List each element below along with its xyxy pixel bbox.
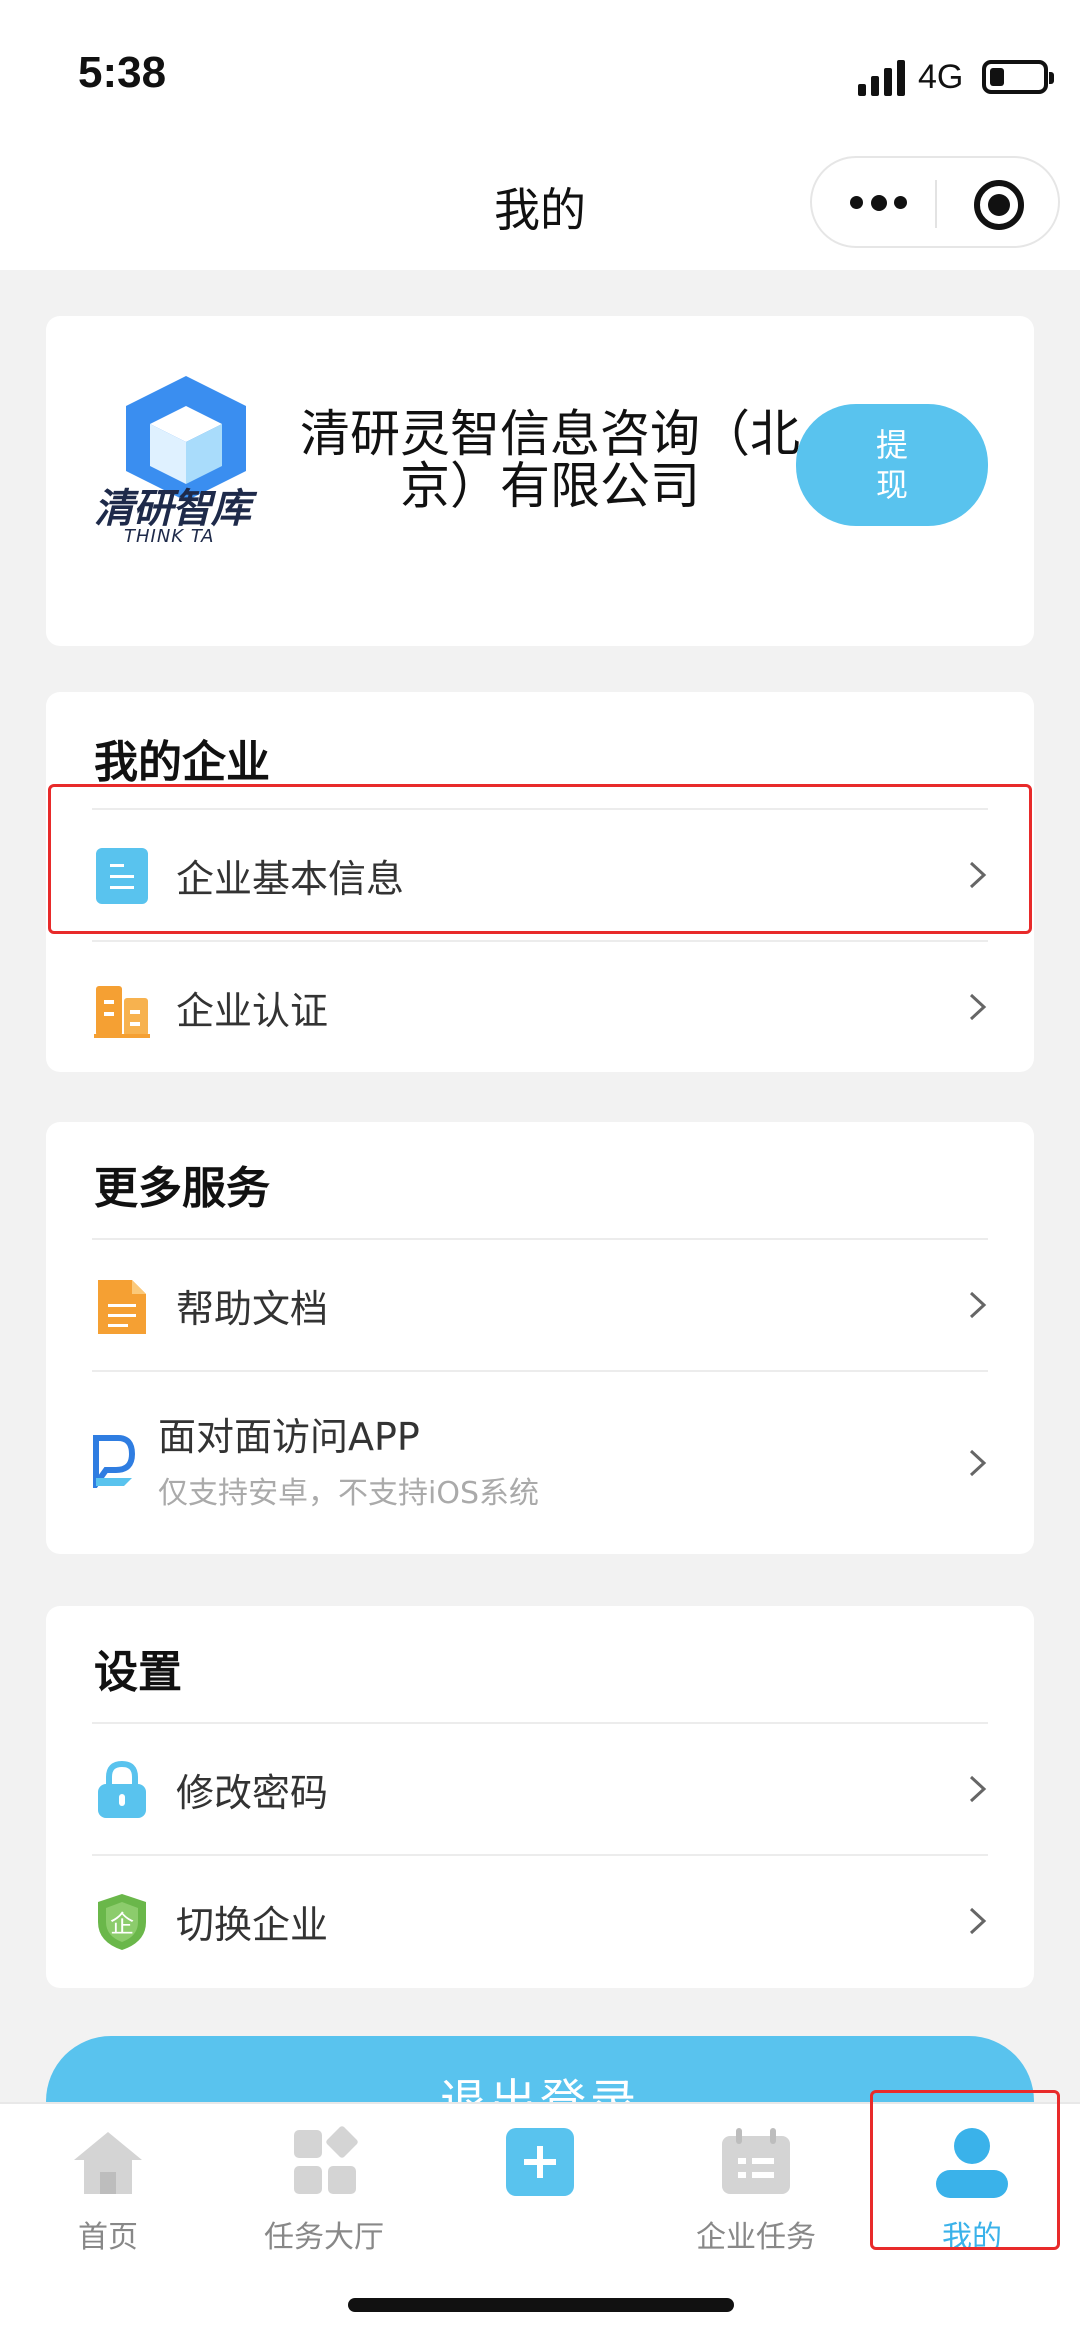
tab-mine[interactable]: 我的 — [864, 2120, 1080, 2260]
close-mini-program-icon[interactable] — [974, 180, 1024, 230]
menu-item-label: 切换企业 — [176, 1903, 329, 1947]
network-type: 4G — [918, 58, 964, 96]
section-title-more-services: 更多服务 — [94, 1163, 270, 1214]
calendar-icon — [722, 2128, 790, 2194]
menu-item-face-to-face-app[interactable]: 面对面访问APP 仅支持安卓，不支持iOS系统 — [46, 1370, 1034, 1554]
user-icon — [936, 2128, 1008, 2198]
status-time: 5:38 — [78, 48, 167, 97]
tab-company-tasks[interactable]: 企业任务 — [648, 2120, 864, 2260]
tab-home[interactable]: 首页 — [0, 2120, 216, 2260]
more-services-card: 更多服务 帮助文档 面对面访问APP 仅支持安卓，不支持iOS系统 — [46, 1122, 1034, 1554]
chevron-right-icon — [969, 1291, 987, 1319]
menu-item-label: 修改密码 — [176, 1771, 329, 1815]
signal-icon — [858, 60, 905, 96]
tab-task-hall[interactable]: 任务大厅 — [216, 2120, 432, 2260]
company-name: 清研灵智信息咨询（北京）有限公司 — [300, 405, 800, 515]
withdraw-button[interactable]: 提现 — [796, 404, 988, 526]
chevron-right-icon — [969, 861, 987, 889]
tab-label: 首页 — [78, 2220, 138, 2255]
logo-subtext: THINK TA — [124, 526, 215, 547]
tab-label: 我的 — [942, 2220, 1002, 2255]
lock-icon — [98, 1760, 146, 1818]
nav-bar: 我的 — [0, 150, 1080, 270]
chevron-right-icon — [969, 1775, 987, 1803]
capsule-divider — [935, 180, 937, 228]
menu-item-switch-company[interactable]: 企 切换企业 — [46, 1854, 1034, 1986]
section-title-my-company: 我的企业 — [94, 737, 270, 788]
home-indicator — [348, 2298, 734, 2312]
menu-item-sublabel: 仅支持安卓，不支持iOS系统 — [158, 1476, 539, 1511]
battery-icon — [982, 60, 1054, 94]
mini-program-capsule — [810, 156, 1060, 248]
divider — [92, 1370, 988, 1372]
shield-icon: 企 — [98, 1894, 146, 1950]
more-icon[interactable] — [850, 195, 910, 212]
svg-text:企: 企 — [110, 1910, 134, 1938]
settings-card: 设置 修改密码 企 切换企业 — [46, 1606, 1034, 1988]
chevron-right-icon — [969, 993, 987, 1021]
home-icon — [74, 2132, 142, 2194]
menu-item-label: 帮助文档 — [176, 1287, 329, 1331]
status-bar: 5:38 4G — [0, 0, 1080, 150]
my-company-card: 我的企业 企业基本信息 企业认证 — [46, 692, 1034, 1072]
chevron-right-icon — [969, 1449, 987, 1477]
menu-item-label: 企业认证 — [176, 989, 329, 1033]
menu-item-help-docs[interactable]: 帮助文档 — [46, 1238, 1034, 1370]
divider — [92, 1854, 988, 1856]
divider — [92, 1238, 988, 1240]
plus-icon — [506, 2128, 574, 2196]
tab-publish[interactable] — [432, 2120, 648, 2260]
chevron-right-icon — [969, 1907, 987, 1935]
building-icon — [94, 986, 150, 1038]
divider — [92, 1722, 988, 1724]
menu-item-label: 面对面访问APP — [158, 1415, 420, 1459]
profile-card: 清研智库 THINK TA 清研灵智信息咨询（北京）有限公司 提现 — [46, 316, 1034, 646]
file-icon — [98, 1280, 146, 1334]
withdraw-label: 提现 — [875, 426, 908, 504]
menu-item-change-password[interactable]: 修改密码 — [46, 1722, 1034, 1854]
divider — [92, 940, 988, 942]
section-title-settings: 设置 — [94, 1647, 182, 1698]
menu-item-company-info[interactable]: 企业基本信息 — [46, 808, 1034, 940]
tab-label: 任务大厅 — [264, 2220, 384, 2255]
menu-item-label: 企业基本信息 — [176, 857, 405, 901]
menu-item-company-verification[interactable]: 企业认证 — [46, 940, 1034, 1072]
divider — [92, 808, 988, 810]
tab-label: 企业任务 — [696, 2220, 816, 2255]
document-list-icon — [96, 848, 148, 904]
app-logo-icon — [93, 1435, 136, 1488]
grid-icon — [294, 2126, 358, 2194]
